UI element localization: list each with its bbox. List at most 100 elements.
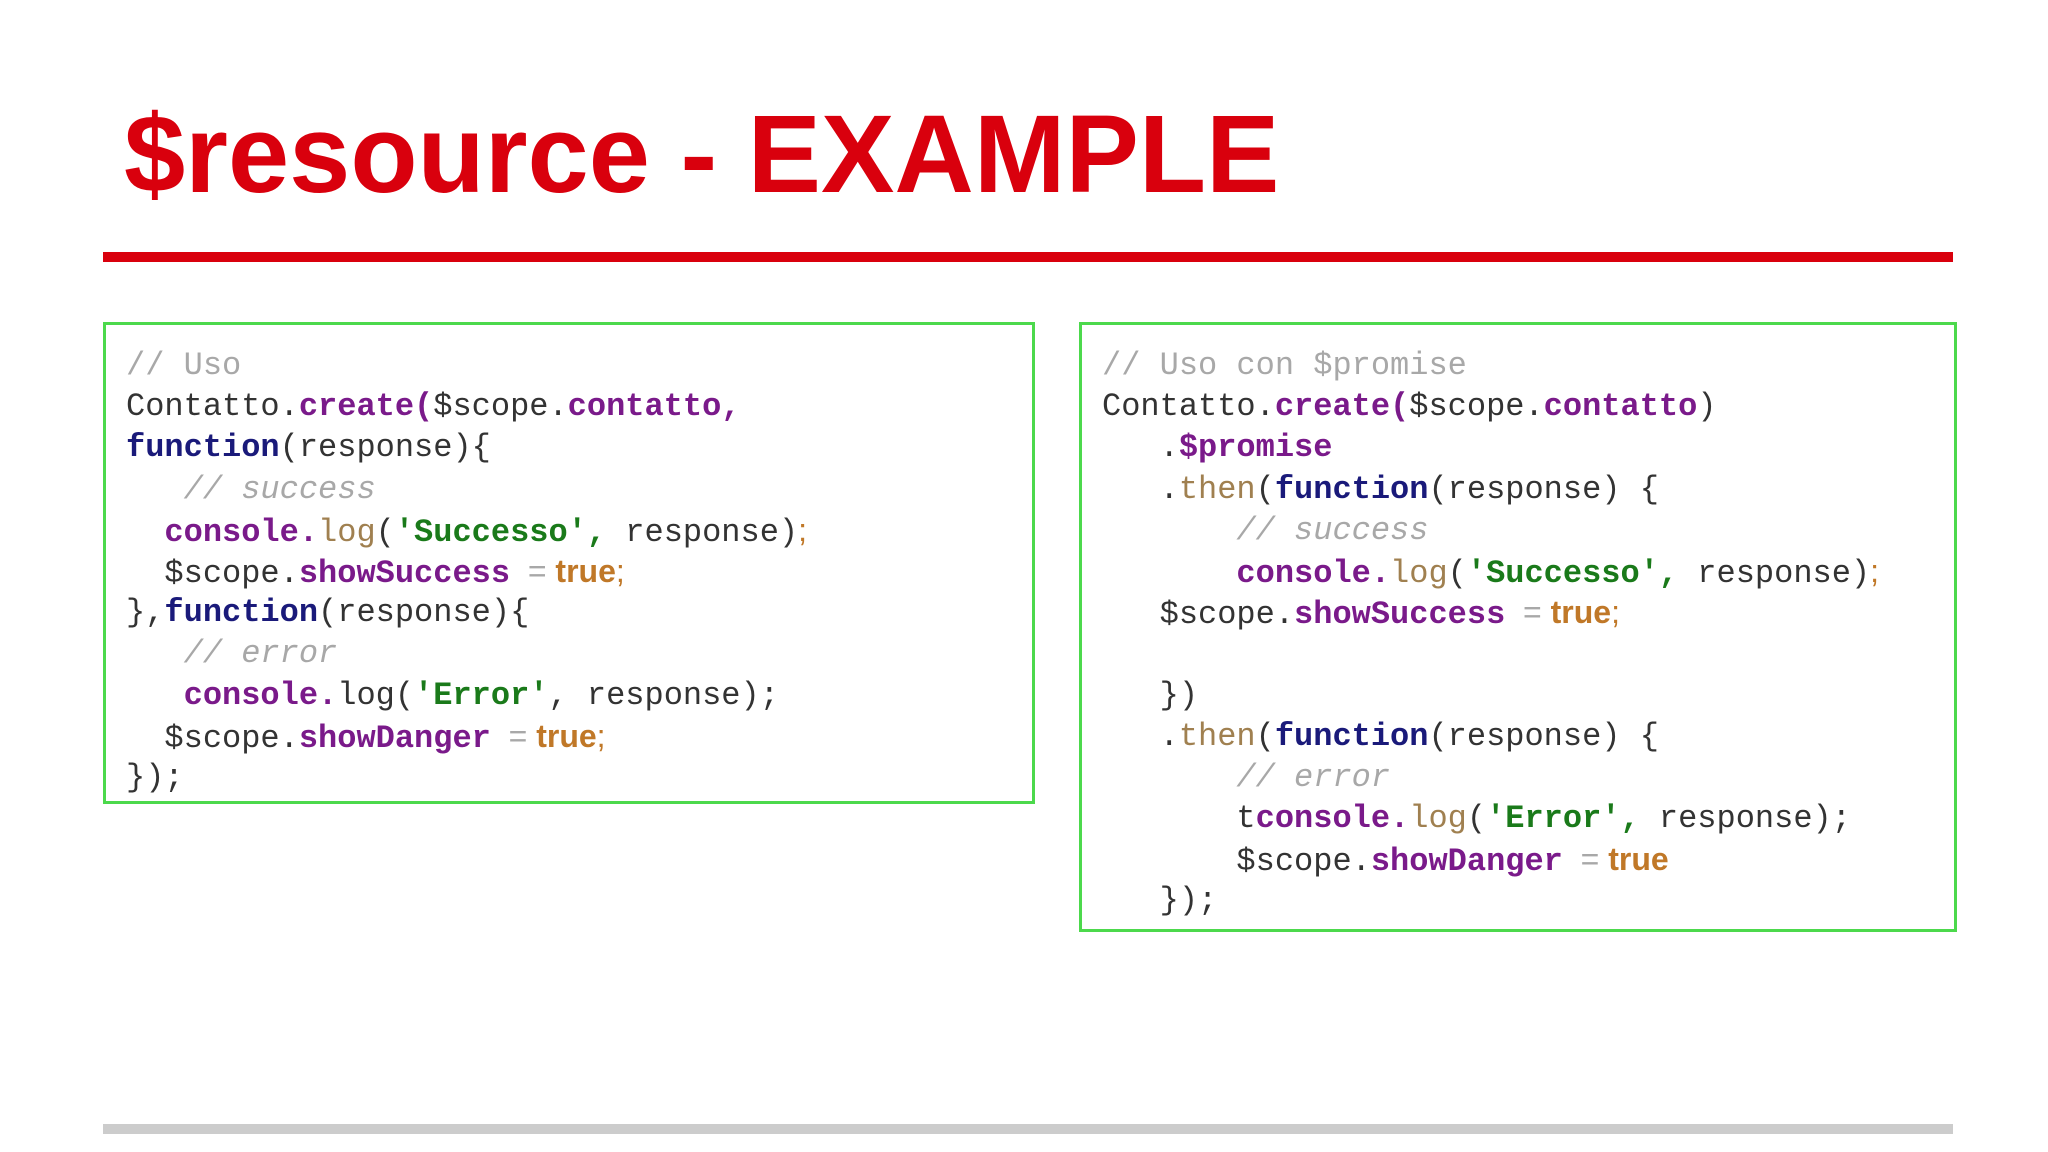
code-token: showDanger — [1370, 843, 1563, 881]
code-line: // success — [126, 469, 807, 510]
code-token: . — [1102, 717, 1179, 755]
code-line: .then(function(response) { — [1102, 469, 1879, 510]
footer-divider — [103, 1124, 1953, 1134]
code-listing-left: // Uso Contatto.create($scope.contatto, fu… — [126, 345, 807, 798]
code-token: 'Successo', — [1466, 554, 1679, 592]
code-token: // Uso — [126, 347, 242, 384]
code-token: // success — [1236, 511, 1429, 549]
code-line: console.log('Successo', response); — [1102, 551, 1879, 592]
code-token: contatto, — [567, 388, 741, 426]
code-token: console. — [164, 513, 319, 551]
code-block-uso-con-promise: // Uso con $promise Contatto.create($scop… — [1079, 322, 1957, 932]
code-token: 'Error' — [414, 676, 549, 714]
code-token: Contatto. — [1102, 388, 1275, 426]
code-token: ; — [798, 511, 807, 548]
code-token: $scope. — [164, 554, 299, 592]
code-listing-right: // Uso con $promise Contatto.create($scop… — [1102, 345, 1879, 922]
code-block-uso: // Uso Contatto.create($scope.contatto, fu… — [103, 322, 1035, 804]
code-token: ( — [1447, 554, 1467, 592]
code-token: true — [1608, 841, 1669, 878]
code-token: function — [1274, 470, 1429, 508]
code-line: function(response){ — [126, 427, 807, 468]
code-line: }); — [126, 757, 807, 798]
code-line: $scope.showSuccess = true; — [1102, 592, 1879, 633]
code-line: // error — [1102, 757, 1879, 798]
code-token: ( — [1255, 717, 1275, 755]
code-token: ( — [1466, 800, 1487, 838]
code-token: function — [164, 594, 319, 632]
code-token: ; — [1870, 552, 1880, 589]
code-token: showSuccess — [1294, 596, 1506, 634]
code-token: $scope. — [1409, 388, 1544, 426]
code-token: = — [510, 552, 556, 589]
code-token: create( — [298, 388, 434, 426]
code-token: (response) { — [1428, 717, 1659, 755]
code-token: // error — [1236, 758, 1391, 796]
code-line: }) — [1102, 675, 1879, 716]
code-token: Contatto. — [126, 388, 299, 426]
code-token: ) — [1697, 388, 1717, 426]
code-line: $scope.showDanger = true — [1102, 839, 1879, 880]
code-token: response); — [1639, 800, 1851, 838]
code-token: // success — [183, 470, 376, 508]
code-token: ( — [1255, 470, 1275, 508]
code-line: // success — [1102, 510, 1879, 551]
code-token: function — [1274, 717, 1429, 755]
code-token: = — [490, 717, 537, 754]
code-token: . — [1102, 429, 1179, 467]
slide: $resource - EXAMPLE // Uso Contatto.creat… — [0, 0, 2048, 1152]
code-token: (response){ — [318, 594, 530, 632]
code-token: }, — [126, 594, 165, 632]
code-token: = — [1562, 841, 1609, 878]
code-token: console. — [183, 676, 338, 714]
code-token: response) — [606, 513, 799, 551]
code-token: }); — [1102, 882, 1218, 920]
code-token: showDanger — [298, 719, 491, 757]
code-token: (response){ — [279, 429, 491, 467]
code-token: = — [1505, 594, 1551, 631]
code-token: $scope. — [433, 388, 568, 426]
code-token: true — [1550, 594, 1612, 631]
code-line: $scope.showSuccess = true; — [126, 551, 807, 592]
code-token: $promise — [1178, 429, 1333, 467]
code-token: true — [536, 717, 597, 754]
code-token: log — [318, 513, 376, 551]
code-token: contatto — [1543, 388, 1698, 426]
code-line: // Uso — [126, 345, 807, 386]
code-line: // Uso con $promise — [1102, 345, 1879, 386]
code-token: t — [1102, 800, 1256, 838]
code-token: ; — [1611, 594, 1620, 631]
code-token: console. — [1255, 800, 1410, 838]
code-token: (response) { — [1428, 470, 1659, 508]
code-token: showSuccess — [298, 554, 511, 592]
code-token: ; — [615, 552, 625, 589]
code-line: console.log('Successo', response); — [126, 510, 807, 551]
code-token: true — [555, 552, 616, 589]
code-token: create( — [1274, 388, 1410, 426]
code-token: // Uso con $promise — [1102, 347, 1467, 384]
slide-title: $resource - EXAMPLE — [124, 93, 1280, 216]
code-token: log — [1409, 800, 1467, 838]
code-line: // error — [126, 633, 807, 674]
code-line: .$promise — [1102, 427, 1879, 468]
code-token: }); — [126, 758, 184, 796]
code-token: 'Error', — [1486, 800, 1640, 838]
code-token: $scope. — [1217, 843, 1371, 881]
code-token: $scope. — [1140, 596, 1295, 634]
code-token: . — [1102, 470, 1179, 508]
code-token: response) — [1678, 554, 1871, 592]
code-line: $scope.showDanger = true; — [126, 716, 807, 757]
code-line: Contatto.create($scope.contatto, — [126, 386, 807, 427]
code-line: console.log('Error', response); — [126, 675, 807, 716]
code-token: function — [126, 429, 280, 467]
code-line: tconsole.log('Error', response); — [1102, 798, 1879, 839]
